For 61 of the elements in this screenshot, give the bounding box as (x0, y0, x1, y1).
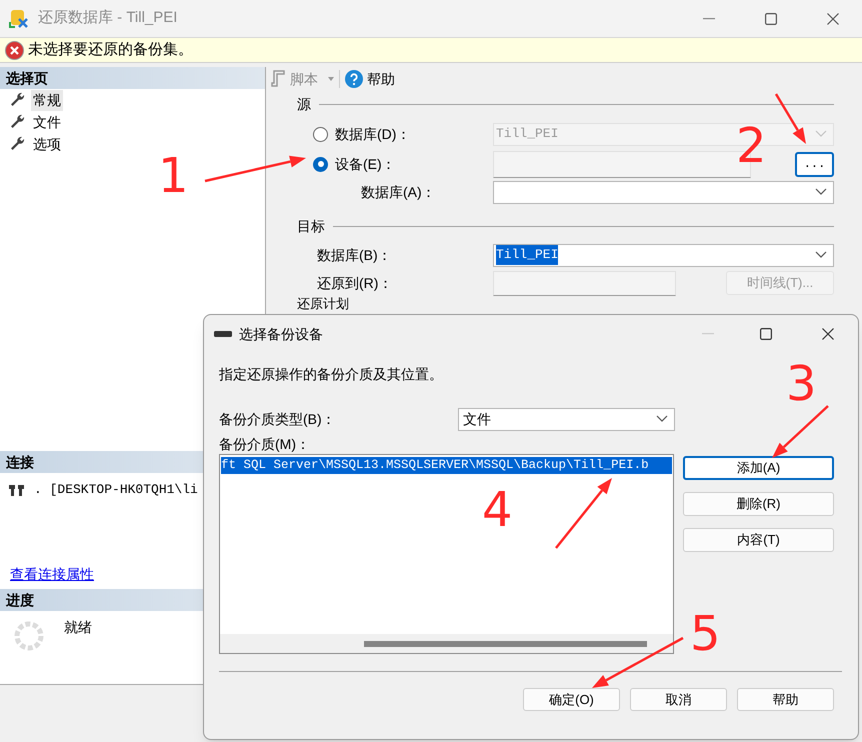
media-item[interactable]: ft SQL Server\MSSQL13.MSSQLSERVER\MSSQL\Backup\Till_PEI.b (221, 457, 672, 474)
tape-drive-icon (214, 330, 232, 338)
combo-box[interactable]: Till_PEI (493, 244, 834, 266)
annotation-number: 1 (158, 148, 189, 204)
combo-box[interactable]: 文件 (458, 408, 675, 430)
annotation-arrow (772, 405, 829, 458)
dialog-button[interactable]: 帮助 (737, 688, 834, 711)
dialog-button[interactable]: 确定(O) (523, 688, 620, 711)
error-icon (5, 40, 24, 60)
connection-text: . [DESKTOP-HK0TQH1\li (34, 481, 198, 500)
maximize-icon[interactable] (760, 328, 772, 340)
window-title: 还原数据库 - Till_PEI (38, 8, 178, 28)
annotation-number: 3 (786, 356, 817, 412)
radio-button[interactable] (313, 126, 328, 142)
section-header: 选择页 (0, 67, 265, 89)
combo-box[interactable] (493, 180, 834, 204)
restore-to-field[interactable] (493, 270, 676, 296)
dialog-title: 选择备份设备 (239, 324, 323, 344)
connection-properties-link[interactable]: 查看连接属性 (10, 564, 94, 585)
wrench-icon (8, 91, 26, 109)
plug-icon (8, 483, 26, 497)
close-icon[interactable] (822, 328, 834, 340)
page-item[interactable]: 常规 (31, 90, 63, 110)
scrollbar-thumb[interactable] (364, 640, 647, 646)
maximize-icon[interactable] (765, 12, 777, 24)
dialog-button[interactable]: 内容(T) (683, 528, 834, 552)
page-item[interactable]: 选项 (31, 134, 63, 154)
dialog-button[interactable]: 添加(A) (683, 456, 834, 480)
close-icon[interactable] (827, 12, 839, 24)
field-label: 数据库(B)： (317, 246, 392, 262)
help-button[interactable]: 帮助 (367, 68, 395, 90)
wrench-icon (8, 135, 26, 153)
radio-label: 数据库(D)： (335, 124, 410, 144)
field-label: 还原到(R)： (317, 274, 392, 290)
horizontal-scrollbar[interactable] (220, 634, 673, 653)
minimize-icon[interactable] (703, 18, 715, 20)
scroll-icon[interactable] (270, 70, 286, 88)
help-icon[interactable] (345, 70, 363, 88)
wrench-icon (8, 113, 26, 131)
field-label: 备份介质类型(B)： (219, 410, 336, 426)
group-heading: 源 (297, 94, 311, 114)
group-heading: 目标 (297, 216, 325, 236)
error-message: 未选择要还原的备份集。 (28, 40, 193, 60)
field-label: 数据库(A)： (361, 184, 436, 200)
radio-label: 设备(E)： (335, 154, 396, 174)
page-item[interactable]: 文件 (31, 112, 63, 132)
spinner-icon (14, 621, 44, 651)
group-heading: 还原计划 (297, 297, 349, 311)
annotation-arrow (774, 93, 806, 144)
dropdown-caret-icon[interactable] (328, 77, 334, 81)
dialog-button[interactable]: 删除(R) (683, 492, 834, 516)
dialog-button[interactable]: 取消 (630, 688, 727, 711)
progress-status: 就绪 (64, 618, 92, 637)
field-label: 备份介质(M)： (219, 435, 311, 454)
database-tools-icon (8, 8, 30, 30)
annotation-number: 5 (690, 606, 721, 662)
browse-button[interactable]: ... (795, 152, 834, 176)
dialog-description: 指定还原操作的备份介质及其位置。 (219, 365, 443, 384)
annotation-arrow (555, 478, 612, 549)
annotation-number: 4 (482, 482, 513, 538)
radio-button[interactable] (313, 156, 328, 172)
